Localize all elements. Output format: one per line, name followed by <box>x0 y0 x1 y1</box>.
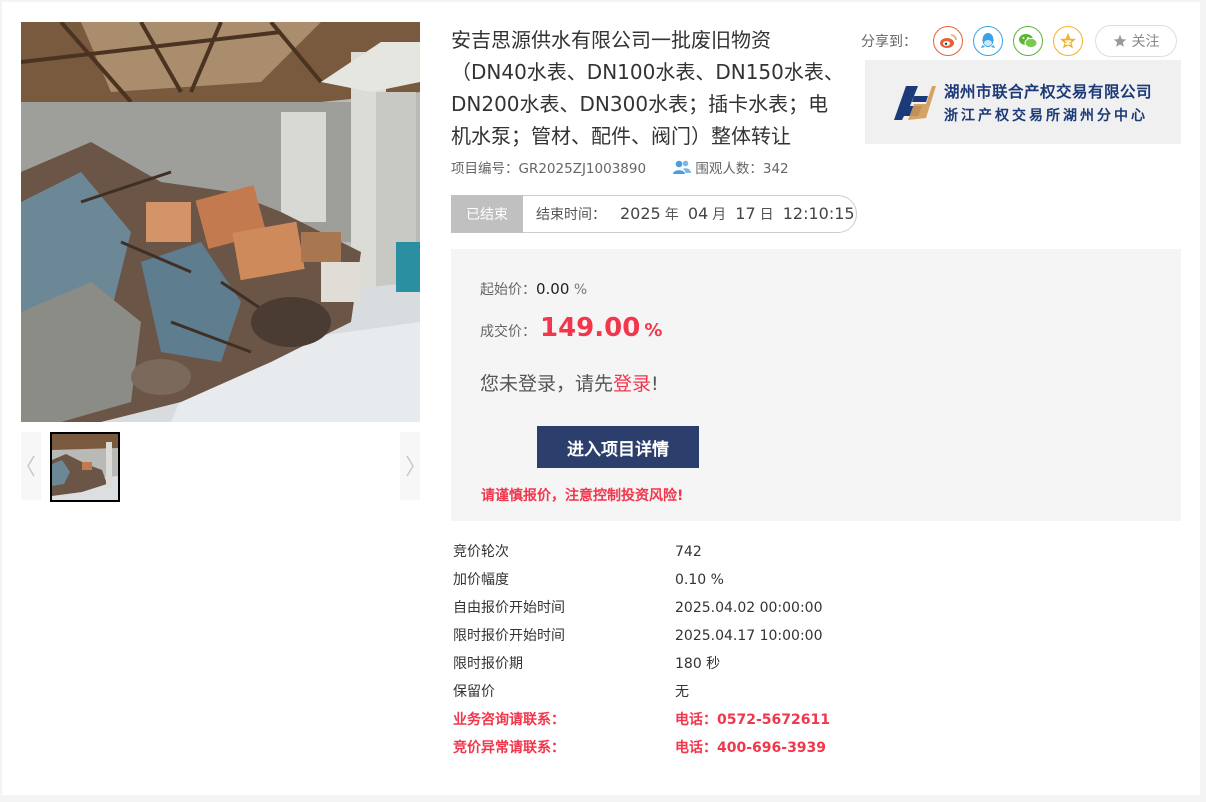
info-row: 业务咨询请联系： 电话：0572-5672611 <box>453 706 830 734</box>
qq-icon <box>981 33 995 48</box>
end-day-unit: 日 <box>759 207 774 223</box>
price-panel: 起始价：0.00 % 成交价： 149.00% 您未登录，请先登录! 进入项目详情… <box>451 249 1181 521</box>
star-icon <box>1113 34 1126 47</box>
info-value: 0.10 % <box>675 572 724 588</box>
login-hint: 您未登录，请先登录! <box>480 369 659 396</box>
project-meta: 项目编号：GR2025ZJ1003890 围观人数：342 <box>451 157 789 177</box>
start-price-unit: % <box>573 282 588 298</box>
users-icon <box>673 160 692 174</box>
end-time-label: 结束时间： <box>536 207 606 223</box>
risk-warning: 请谨慎报价，注意控制投资风险! <box>481 488 684 504</box>
follow-button[interactable]: 关注 <box>1095 25 1177 57</box>
info-value: 电话：400-696-3939 <box>675 740 827 756</box>
thumbnail-prev-button[interactable] <box>21 432 41 500</box>
info-row: 自由报价开始时间 2025.04.02 00:00:00 <box>453 594 830 622</box>
info-key: 竞价轮次 <box>453 544 509 560</box>
end-day: 17 <box>735 204 756 223</box>
info-key: 保留价 <box>453 684 495 700</box>
start-price-label: 起始价： <box>480 282 536 298</box>
info-value: 无 <box>675 684 689 700</box>
end-clock: 12:10:15 <box>782 204 855 223</box>
start-price-value: 0.00 <box>536 280 570 298</box>
info-value: 电话：0572-5672611 <box>675 712 830 728</box>
share-qzone-button[interactable] <box>1053 26 1083 56</box>
info-value: 742 <box>675 544 702 560</box>
share-bar: 分享到： 关注 <box>861 24 1177 58</box>
weibo-icon <box>940 34 957 48</box>
info-value: 2025.04.02 00:00:00 <box>675 600 823 616</box>
end-year-unit: 年 <box>664 207 679 223</box>
org-subname: 浙江产权交易所湖州分中心 <box>944 107 1148 124</box>
thumbnail-strip <box>21 432 420 502</box>
deal-price-value: 149.00 <box>540 313 641 343</box>
page: 安吉思源供水有限公司一批废旧物资（DN40水表、DN100水表、DN150水表、… <box>2 2 1200 795</box>
qzone-icon <box>1060 33 1076 49</box>
info-key: 竞价异常请联系： <box>453 740 565 756</box>
thumbnail-1[interactable] <box>50 432 120 502</box>
start-price-row: 起始价：0.00 % <box>480 279 587 299</box>
enter-project-details-button[interactable]: 进入项目详情 <box>537 426 699 468</box>
chevron-right-icon <box>406 455 414 477</box>
end-year: 2025 <box>620 204 661 223</box>
auction-info-list: 竞价轮次 742 加价幅度 0.10 % 自由报价开始时间 2025.04.02 00:0… <box>453 538 830 762</box>
org-logo <box>894 86 936 120</box>
share-qq-button[interactable] <box>973 26 1003 56</box>
info-key: 限时报价开始时间 <box>453 628 565 644</box>
auction-status-bar: 已结束 结束时间： 2025 年 04 月 17 日 12:10:15 <box>451 195 857 233</box>
deal-price-unit: % <box>644 320 663 341</box>
end-month-unit: 月 <box>712 207 727 223</box>
wechat-icon <box>1019 34 1038 49</box>
end-month: 04 <box>687 204 709 223</box>
project-title: 安吉思源供水有限公司一批废旧物资（DN40水表、DN100水表、DN150水表、… <box>451 28 844 148</box>
thumbnail-next-button[interactable] <box>400 432 420 500</box>
share-label: 分享到： <box>861 34 917 50</box>
end-time-value: 2025 年 04 月 17 日 12:10:15 <box>620 204 855 224</box>
chevron-left-icon <box>27 455 35 477</box>
login-hint-suffix: ! <box>651 373 659 395</box>
org-banner[interactable]: 湖州市联合产权交易有限公司 浙江产权交易所湖州分中心 <box>865 60 1181 144</box>
info-value: 2025.04.17 10:00:00 <box>675 628 823 644</box>
deal-price-row: 成交价： 149.00% <box>480 313 662 343</box>
follow-label: 关注 <box>1131 34 1160 50</box>
login-hint-text: 您未登录，请先 <box>480 373 614 395</box>
main-photo[interactable] <box>21 22 420 422</box>
info-row: 竞价异常请联系： 电话：400-696-3939 <box>453 734 830 762</box>
info-row: 限时报价期 180 秒 <box>453 650 830 678</box>
info-row: 加价幅度 0.10 % <box>453 566 830 594</box>
info-key: 限时报价期 <box>453 656 523 672</box>
login-link[interactable]: 登录 <box>613 373 651 395</box>
info-key: 加价幅度 <box>453 572 509 588</box>
org-name: 湖州市联合产权交易有限公司 <box>944 82 1153 101</box>
project-number: 项目编号：GR2025ZJ1003890 <box>451 161 647 177</box>
status-badge: 已结束 <box>451 195 523 233</box>
viewer-count-text: 围观人数：342 <box>695 161 789 177</box>
share-weibo-button[interactable] <box>933 26 963 56</box>
share-wechat-button[interactable] <box>1013 26 1043 56</box>
deal-price-label: 成交价： <box>480 324 536 340</box>
viewer-count: 围观人数：342 <box>672 160 789 177</box>
info-row: 限时报价开始时间 2025.04.17 10:00:00 <box>453 622 830 650</box>
info-key: 业务咨询请联系： <box>453 712 565 728</box>
info-row: 保留价 无 <box>453 678 830 706</box>
info-key: 自由报价开始时间 <box>453 600 565 616</box>
info-value: 180 秒 <box>675 656 721 672</box>
info-row: 竞价轮次 742 <box>453 538 830 566</box>
